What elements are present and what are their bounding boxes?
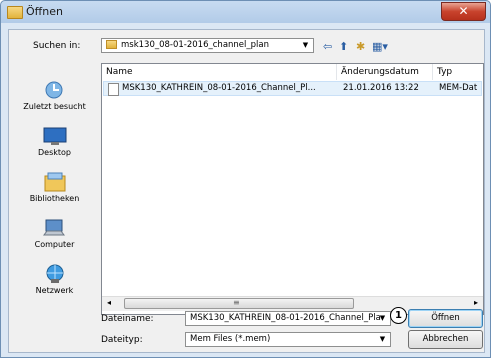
libraries-icon	[43, 172, 67, 192]
place-label: Zuletzt besucht	[23, 102, 86, 111]
chevron-down-icon[interactable]: ▼	[299, 40, 312, 51]
open-button[interactable]: Öffnen	[408, 309, 483, 328]
cancel-button[interactable]: Abbrechen	[408, 330, 483, 349]
scrollbar-thumb[interactable]: ≡	[124, 298, 354, 309]
table-row[interactable]: MSK130_KATHREIN_08-01-2016_Channel_Pl...…	[103, 81, 482, 96]
up-folder-icon[interactable]: ⬆	[339, 41, 348, 53]
place-label: Netzwerk	[35, 286, 74, 295]
scroll-left-icon[interactable]: ◂	[107, 298, 111, 307]
look-in-value: msk130_08-01-2016_channel_plan	[121, 40, 269, 50]
place-label: Bibliotheken	[29, 194, 80, 203]
filetype-label: Dateityp:	[101, 335, 143, 345]
look-in-label: Suchen in:	[33, 41, 81, 51]
place-label: Desktop	[38, 148, 71, 157]
place-libraries[interactable]: Bibliotheken	[13, 172, 96, 203]
look-in-dropdown[interactable]: msk130_08-01-2016_channel_plan ▼	[101, 38, 314, 53]
place-computer[interactable]: Computer	[13, 218, 96, 249]
chevron-down-icon[interactable]: ▼	[376, 334, 389, 345]
column-header-type[interactable]: Typ	[433, 64, 483, 80]
grip-icon: ≡	[233, 298, 240, 307]
open-file-dialog: Öffnen ✕ Suchen in: msk130_08-01-2016_ch…	[0, 0, 491, 358]
title-bar[interactable]: Öffnen ✕	[1, 1, 490, 23]
network-icon	[43, 264, 67, 284]
place-desktop[interactable]: Desktop	[13, 126, 96, 157]
dialog-title: Öffnen	[26, 5, 63, 18]
filetype-value: Mem Files (*.mem)	[190, 334, 271, 344]
places-bar: Zuletzt besucht Desktop Bibliotheken Com…	[13, 68, 96, 296]
callout-marker: 1	[390, 307, 407, 324]
column-header-name[interactable]: Name	[102, 64, 337, 80]
filename-label: Dateiname:	[101, 314, 154, 324]
file-type: MEM-Dat	[439, 83, 478, 93]
back-icon[interactable]: ⇦	[323, 41, 332, 53]
new-folder-icon[interactable]: ✱	[356, 41, 365, 53]
close-button[interactable]: ✕	[441, 2, 486, 21]
folder-icon	[106, 40, 117, 49]
chevron-down-icon[interactable]: ▼	[376, 313, 389, 324]
place-recent[interactable]: Zuletzt besucht	[13, 80, 96, 111]
column-header-date[interactable]: Änderungsdatum	[337, 64, 433, 80]
desktop-icon	[43, 126, 67, 146]
computer-icon	[42, 218, 67, 238]
file-list: Name Änderungsdatum Typ MSK130_KATHREIN_…	[101, 63, 484, 315]
view-menu-icon[interactable]: ▦▾	[372, 41, 388, 53]
file-date: 21.01.2016 13:22	[343, 83, 419, 93]
folder-icon	[7, 6, 23, 19]
file-name: MSK130_KATHREIN_08-01-2016_Channel_Pl...	[122, 83, 316, 93]
place-network[interactable]: Netzwerk	[13, 264, 96, 295]
scroll-right-icon[interactable]: ▸	[474, 298, 478, 307]
recent-places-icon	[43, 80, 67, 100]
dialog-body: Suchen in: msk130_08-01-2016_channel_pla…	[8, 29, 485, 353]
filetype-dropdown[interactable]: Mem Files (*.mem) ▼	[185, 332, 391, 347]
filename-value: MSK130_KATHREIN_08-01-2016_Channel_Pla	[190, 313, 381, 323]
place-label: Computer	[34, 240, 75, 249]
file-icon	[108, 83, 119, 96]
filename-field[interactable]: MSK130_KATHREIN_08-01-2016_Channel_Pla ▼	[185, 311, 391, 326]
